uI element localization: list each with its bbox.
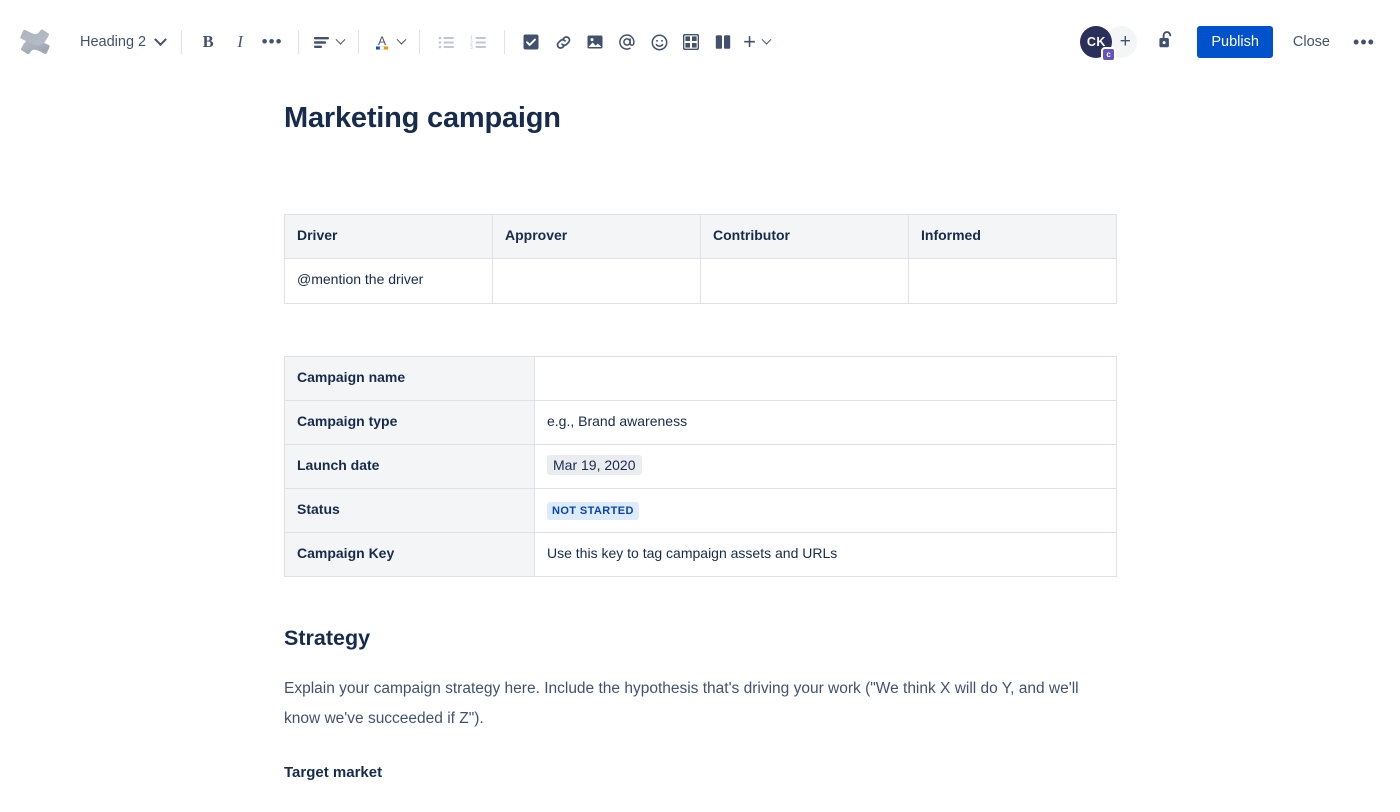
numbered-list-button[interactable]: 1 2 3: [462, 26, 494, 58]
svg-text:A: A: [378, 34, 386, 48]
image-button[interactable]: [579, 26, 611, 58]
strategy-paragraph[interactable]: Explain your campaign strategy here. Inc…: [284, 674, 1112, 734]
bold-icon: B: [202, 32, 214, 51]
ellipsis-icon: •••: [261, 32, 283, 51]
row-header-campaign-key[interactable]: Campaign Key: [284, 532, 535, 577]
column-header-approver[interactable]: Approver: [492, 214, 701, 259]
avatar[interactable]: CK c: [1080, 26, 1117, 62]
chevron-down-icon: [335, 34, 346, 45]
cell-campaign-name[interactable]: [534, 356, 1117, 401]
status-badge[interactable]: NOT STARTED: [547, 502, 639, 520]
block-type-label: Heading 2: [80, 34, 147, 50]
sub-heading-target-market[interactable]: Target market: [284, 762, 1117, 784]
table-row: @mention the driver: [284, 258, 1117, 304]
row-header-launch-date[interactable]: Launch date: [284, 444, 535, 489]
column-header-informed[interactable]: Informed: [908, 214, 1117, 259]
italic-icon: I: [237, 32, 243, 51]
cell-status[interactable]: NOT STARTED: [534, 488, 1117, 533]
align-left-icon: [313, 35, 330, 50]
block-type-dropdown[interactable]: Heading 2: [70, 26, 171, 58]
toolbar-divider: [298, 30, 300, 54]
section-heading-strategy[interactable]: Strategy: [284, 624, 1117, 652]
close-button[interactable]: Close: [1281, 26, 1342, 58]
chevron-down-icon: [396, 34, 407, 45]
emoji-button[interactable]: [643, 26, 675, 58]
page-more-actions-button[interactable]: •••: [1348, 26, 1380, 58]
cell-launch-date[interactable]: Mar 19, 2020: [534, 444, 1117, 489]
cell-contributor[interactable]: [700, 258, 909, 304]
table-row: Campaign name: [284, 356, 1117, 401]
numbered-list-icon: 1 2 3: [470, 35, 487, 50]
text-color-button[interactable]: A: [369, 26, 409, 58]
svg-text:3: 3: [470, 45, 473, 50]
link-button[interactable]: [547, 26, 579, 58]
action-item-button[interactable]: [515, 26, 547, 58]
chevron-down-icon: [154, 32, 167, 46]
bold-button[interactable]: B: [192, 26, 224, 58]
cell-campaign-key[interactable]: Use this key to tag campaign assets and …: [534, 532, 1117, 577]
table-row: Status NOT STARTED: [284, 488, 1117, 533]
row-header-campaign-name[interactable]: Campaign name: [284, 356, 535, 401]
italic-button[interactable]: I: [224, 26, 256, 58]
plus-icon: +: [743, 29, 756, 54]
row-header-status[interactable]: Status: [284, 488, 535, 533]
date-pill[interactable]: Mar 19, 2020: [547, 455, 642, 475]
link-icon: [555, 34, 572, 51]
cell-approver[interactable]: [492, 258, 701, 304]
avatar-app-badge: c: [1101, 47, 1117, 62]
table-button[interactable]: [675, 26, 707, 58]
plus-icon: +: [1119, 31, 1131, 52]
table-row: Campaign type e.g., Brand awareness: [284, 400, 1117, 445]
editor-toolbar: Heading 2 B I ••• A 1 2 3 + CK c + Publi…: [0, 0, 1400, 84]
publish-button[interactable]: Publish: [1197, 26, 1273, 58]
bullet-list-button[interactable]: [430, 26, 462, 58]
toolbar-divider: [504, 30, 506, 54]
cell-informed[interactable]: [908, 258, 1117, 304]
presence-group: CK c +: [1080, 26, 1138, 62]
table-row: Campaign Key Use this key to tag campaig…: [284, 532, 1117, 577]
toolbar-divider: [419, 30, 421, 54]
page-title[interactable]: Marketing campaign: [284, 100, 1117, 136]
column-header-contributor[interactable]: Contributor: [700, 214, 909, 259]
column-header-driver[interactable]: Driver: [284, 214, 493, 259]
layout-button[interactable]: [707, 26, 739, 58]
page-restrictions-button[interactable]: [1151, 26, 1183, 58]
image-icon: [587, 34, 603, 50]
cell-driver[interactable]: @mention the driver: [284, 258, 493, 304]
document-area: Marketing campaign Driver Approver Contr…: [0, 100, 1400, 784]
insert-more-button[interactable]: +: [739, 26, 774, 58]
mention-icon: [618, 33, 636, 51]
toolbar-divider: [181, 30, 183, 54]
toolbar-divider: [358, 30, 360, 54]
task-checkbox-icon: [523, 34, 539, 50]
emoji-icon: [651, 34, 668, 51]
table-icon: [683, 34, 700, 50]
more-formatting-button[interactable]: •••: [256, 26, 288, 58]
daci-table[interactable]: Driver Approver Contributor Informed @me…: [284, 214, 1117, 304]
layout-columns-icon: [715, 34, 731, 50]
ellipsis-icon: •••: [1353, 31, 1375, 52]
row-header-campaign-type[interactable]: Campaign type: [284, 400, 535, 445]
mention-button[interactable]: [611, 26, 643, 58]
table-header-row: Driver Approver Contributor Informed: [284, 214, 1117, 259]
cell-campaign-type[interactable]: e.g., Brand awareness: [534, 400, 1117, 445]
chevron-down-icon: [761, 34, 772, 45]
confluence-logo-icon[interactable]: [18, 25, 52, 59]
bullet-list-icon: [438, 35, 455, 50]
text-color-icon: A: [373, 33, 391, 51]
text-alignment-button[interactable]: [309, 26, 348, 58]
unlocked-padlock-icon: [1158, 30, 1176, 54]
table-row: Launch date Mar 19, 2020: [284, 444, 1117, 489]
campaign-details-table[interactable]: Campaign name Campaign type e.g., Brand …: [284, 356, 1117, 577]
